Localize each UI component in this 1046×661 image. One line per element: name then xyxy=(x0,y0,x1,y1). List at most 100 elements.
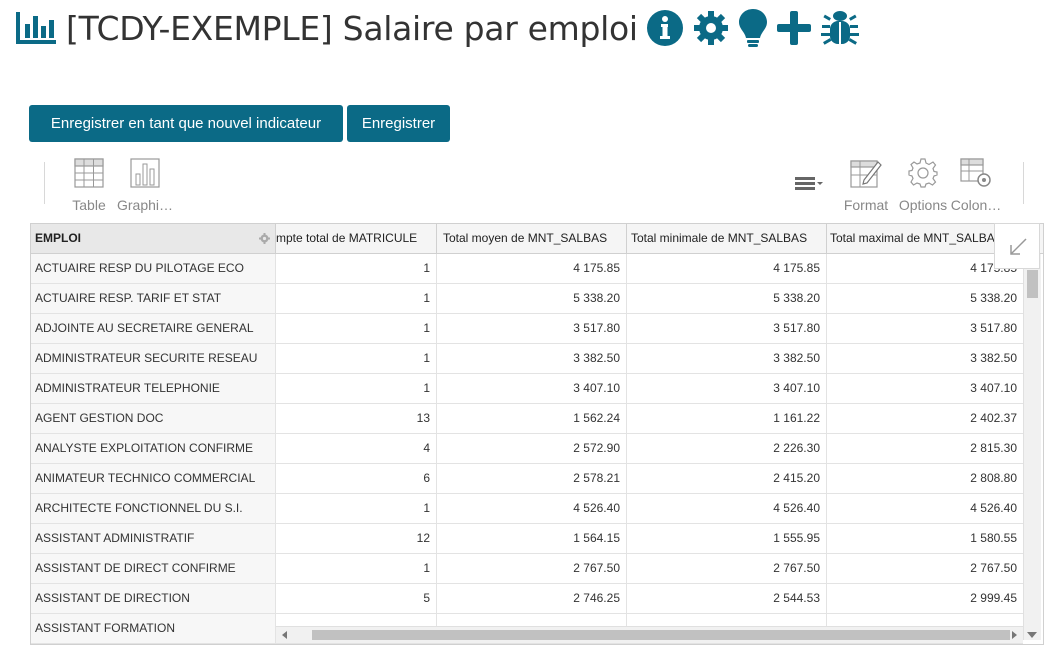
table-row: ARCHITECTE FONCTIONNEL DU S.I. 1 4 526.40 4… xyxy=(31,494,1023,524)
table-row: ACTUAIRE RESP. TARIF ET STAT 1 5 338.20 5 3… xyxy=(31,284,1023,314)
cell-min[interactable]: 2 415.20 xyxy=(627,464,827,493)
collapse-button[interactable] xyxy=(994,223,1040,269)
cell-count[interactable]: 6 xyxy=(276,464,437,493)
save-button[interactable]: Enregistrer xyxy=(347,105,450,142)
toolbar-options-label: Options xyxy=(898,197,948,213)
table-row: ADJOINTE AU SECRETAIRE GENERAL 1 3 517.80 3… xyxy=(31,314,1023,344)
cell-max[interactable]: 2 999.45 xyxy=(827,584,1023,613)
cell-avg[interactable]: 2 572.90 xyxy=(437,434,627,463)
cell-max[interactable]: 3 407.10 xyxy=(827,374,1023,403)
cell-max[interactable]: 1 580.55 xyxy=(827,524,1023,553)
cell-count[interactable]: 13 xyxy=(276,404,437,433)
cell-emploi[interactable]: ADMINISTRATEUR SECURITE RESEAU xyxy=(31,344,276,373)
cell-avg[interactable]: 4 175.85 xyxy=(437,254,627,283)
cell-min[interactable]: 5 338.20 xyxy=(627,284,827,313)
toolbar-divider-right xyxy=(1023,162,1024,204)
cell-avg[interactable]: 3 382.50 xyxy=(437,344,627,373)
vertical-scroll-thumb[interactable] xyxy=(1027,270,1038,298)
cell-max[interactable]: 2 767.50 xyxy=(827,554,1023,583)
cell-emploi[interactable]: ARCHITECTE FONCTIONNEL DU S.I. xyxy=(31,494,276,523)
cell-emploi[interactable]: ASSISTANT ADMINISTRATIF xyxy=(31,524,276,553)
cell-max[interactable]: 5 338.20 xyxy=(827,284,1023,313)
cell-count[interactable]: 1 xyxy=(276,344,437,373)
cell-emploi[interactable]: ADJOINTE AU SECRETAIRE GENERAL xyxy=(31,314,276,343)
cell-min[interactable]: 3 382.50 xyxy=(627,344,827,373)
toolbar-graph-button[interactable]: Graphi… xyxy=(114,158,176,213)
cell-avg[interactable]: 5 338.20 xyxy=(437,284,627,313)
menu-dropdown-icon[interactable] xyxy=(793,174,827,192)
toolbar-options-button[interactable]: Options xyxy=(898,158,948,213)
cell-emploi[interactable]: ADMINISTRATEUR TELEPHONIE xyxy=(31,374,276,403)
cell-count[interactable]: 1 xyxy=(276,554,437,583)
cell-count[interactable]: 12 xyxy=(276,524,437,553)
cell-max[interactable]: 2 402.37 xyxy=(827,404,1023,433)
toolbar-columns-button[interactable]: Colon… xyxy=(950,158,1002,213)
column-settings-gear-icon[interactable] xyxy=(259,233,270,244)
cell-emploi[interactable]: ASSISTANT DE DIRECTION xyxy=(31,584,276,613)
options-gear-icon xyxy=(908,158,938,188)
chart-bars-icon xyxy=(16,12,56,44)
cell-min[interactable]: 2 544.53 xyxy=(627,584,827,613)
vertical-scrollbar[interactable] xyxy=(1023,254,1041,640)
horizontal-scrollbar[interactable] xyxy=(276,626,1023,643)
cell-emploi[interactable]: AGENT GESTION DOC xyxy=(31,404,276,433)
cell-min[interactable]: 4 175.85 xyxy=(627,254,827,283)
plus-icon[interactable] xyxy=(776,10,812,46)
cell-avg[interactable]: 3 517.80 xyxy=(437,314,627,343)
scroll-right-arrow[interactable] xyxy=(1012,631,1017,639)
cell-min[interactable]: 2 767.50 xyxy=(627,554,827,583)
cell-count[interactable]: 1 xyxy=(276,314,437,343)
cell-max[interactable]: 3 517.80 xyxy=(827,314,1023,343)
cell-count[interactable]: 4 xyxy=(276,434,437,463)
cell-min[interactable]: 1 161.22 xyxy=(627,404,827,433)
cell-emploi[interactable]: ACTUAIRE RESP. TARIF ET STAT xyxy=(31,284,276,313)
toolbar-table-button[interactable]: Table xyxy=(70,158,108,213)
header-count-matricule[interactable]: mpte total de MATRICULE xyxy=(276,224,437,253)
header-emploi[interactable]: EMPLOI xyxy=(31,224,276,253)
cell-max[interactable]: 2 815.30 xyxy=(827,434,1023,463)
cell-avg[interactable]: 2 767.50 xyxy=(437,554,627,583)
cell-max[interactable]: 2 808.80 xyxy=(827,464,1023,493)
cell-count[interactable]: 1 xyxy=(276,284,437,313)
save-as-new-indicator-button[interactable]: Enregistrer en tant que nouvel indicateu… xyxy=(29,105,343,142)
cell-emploi[interactable]: ASSISTANT DE DIRECT CONFIRME xyxy=(31,554,276,583)
cell-count[interactable]: 1 xyxy=(276,494,437,523)
scroll-down-arrow[interactable] xyxy=(1027,632,1037,638)
info-icon[interactable] xyxy=(646,9,684,47)
cell-emploi[interactable]: ACTUAIRE RESP DU PILOTAGE ECO xyxy=(31,254,276,283)
cell-max[interactable]: 3 382.50 xyxy=(827,344,1023,373)
cell-avg[interactable]: 1 562.24 xyxy=(437,404,627,433)
cell-avg[interactable]: 4 526.40 xyxy=(437,494,627,523)
cell-emploi[interactable]: ANALYSTE EXPLOITATION CONFIRME xyxy=(31,434,276,463)
cell-avg[interactable]: 1 564.15 xyxy=(437,524,627,553)
cell-emploi[interactable]: ANIMATEUR TECHNICO COMMERCIAL xyxy=(31,464,276,493)
columns-settings-icon xyxy=(960,158,991,187)
grid-header: EMPLOI mpte total de MATRICULE Total moy… xyxy=(31,224,1043,254)
lightbulb-icon[interactable] xyxy=(738,8,768,48)
cell-min[interactable]: 4 526.40 xyxy=(627,494,827,523)
cell-count[interactable]: 1 xyxy=(276,254,437,283)
scroll-left-arrow[interactable] xyxy=(282,631,287,639)
cell-emploi[interactable]: ASSISTANT FORMATION xyxy=(31,614,276,643)
pivot-grid: EMPLOI mpte total de MATRICULE Total moy… xyxy=(30,223,1044,645)
cell-min[interactable]: 3 517.80 xyxy=(627,314,827,343)
bar-chart-icon xyxy=(130,158,160,188)
page-title: [TCDY-EXEMPLE] Salaire par emploi xyxy=(66,8,638,48)
cell-min[interactable]: 1 555.95 xyxy=(627,524,827,553)
format-edit-icon xyxy=(850,160,882,188)
cell-avg[interactable]: 3 407.10 xyxy=(437,374,627,403)
cell-min[interactable]: 3 407.10 xyxy=(627,374,827,403)
toolbar-format-button[interactable]: Format xyxy=(842,158,890,213)
cell-count[interactable]: 5 xyxy=(276,584,437,613)
header-min-salbas[interactable]: Total minimale de MNT_SALBAS xyxy=(627,224,827,253)
cell-min[interactable]: 2 226.30 xyxy=(627,434,827,463)
bug-icon[interactable] xyxy=(820,8,860,48)
cell-avg[interactable]: 2 578.21 xyxy=(437,464,627,493)
header-avg-salbas[interactable]: Total moyen de MNT_SALBAS xyxy=(437,224,627,253)
table-row: ASSISTANT DE DIRECT CONFIRME 1 2 767.50 2 7… xyxy=(31,554,1023,584)
cell-max[interactable]: 4 526.40 xyxy=(827,494,1023,523)
gear-icon[interactable] xyxy=(692,9,730,47)
horizontal-scroll-thumb[interactable] xyxy=(312,630,1010,640)
cell-avg[interactable]: 2 746.25 xyxy=(437,584,627,613)
cell-count[interactable]: 1 xyxy=(276,374,437,403)
